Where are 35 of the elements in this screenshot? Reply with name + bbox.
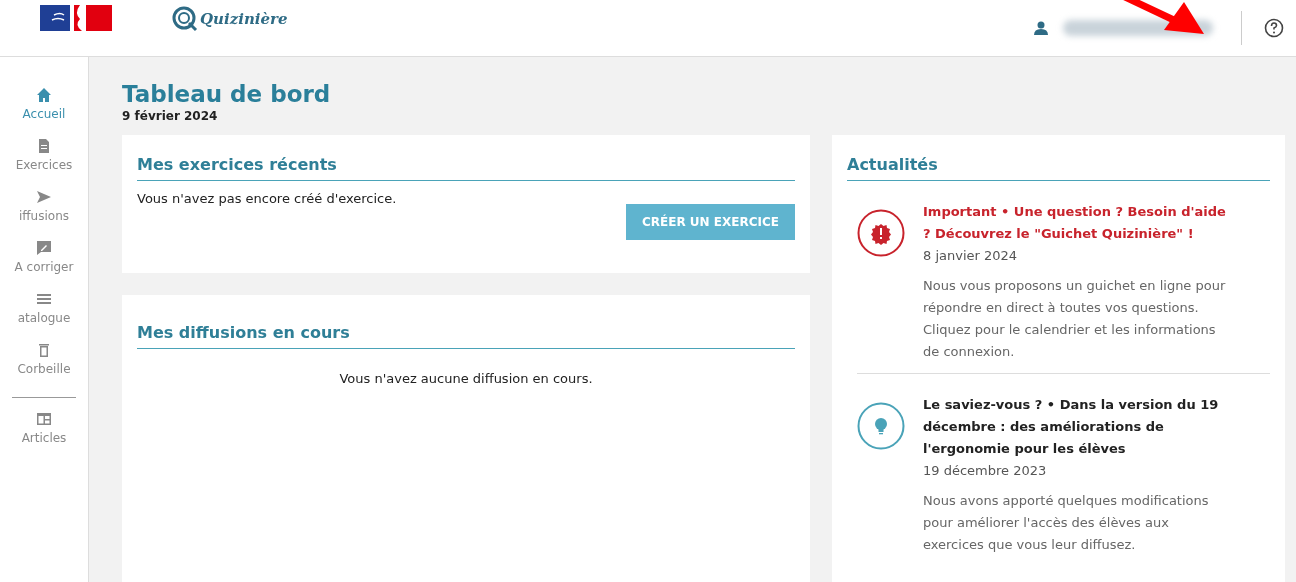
sidebar-item[interactable]: Accueil bbox=[8, 87, 80, 121]
list-icon bbox=[36, 291, 52, 307]
sidebar-item[interactable]: iffusions bbox=[8, 189, 80, 223]
create-exercise-button[interactable]: CRÉER UN EXERCICE bbox=[626, 204, 795, 240]
empty-message: Vous n'avez aucune diffusion en cours. bbox=[338, 371, 594, 386]
news-date: 8 janvier 2024 bbox=[923, 247, 1019, 265]
news-headline[interactable]: Important • Une question ? Besoin d'aide ? Découvrez le "Guichet Quizinière" ! bbox=[923, 201, 1233, 245]
sidebar-item[interactable]: Exercices bbox=[8, 138, 80, 172]
alert-badge-icon bbox=[857, 209, 905, 257]
help-icon[interactable] bbox=[1264, 18, 1284, 38]
document-icon bbox=[36, 138, 52, 154]
brand-name: Quizinière bbox=[200, 10, 288, 28]
sidebar-item[interactable]: Articles bbox=[8, 411, 80, 445]
sidebar-item[interactable]: Corbeille bbox=[8, 342, 80, 376]
section-heading: Mes exercices récents bbox=[137, 135, 795, 181]
user-icon[interactable] bbox=[1033, 20, 1049, 36]
section-heading: Actualités bbox=[847, 135, 1270, 181]
q-logo-icon bbox=[172, 6, 198, 32]
news-date: 19 décembre 2023 bbox=[923, 462, 1048, 480]
trash-icon bbox=[36, 342, 52, 358]
lightbulb-icon bbox=[857, 402, 905, 450]
section-heading: Mes diffusions en cours bbox=[137, 295, 795, 349]
send-icon bbox=[36, 189, 52, 205]
news-headline[interactable]: Le saviez-vous ? • Dans la version du 19 décembre : des améliorations de l'ergonomie pour les élèves bbox=[923, 394, 1233, 460]
empty-message: Vous n'avez pas encore créé d'exercice. bbox=[137, 191, 398, 206]
news-body: Nous vous proposons un guichet en ligne pour répondre en direct à toutes vos questions. Cliquez pour le calendrier et les informations de connexion. bbox=[923, 277, 1227, 361]
page-title: Tableau de bord bbox=[122, 80, 332, 109]
news-body: Nous avons apporté quelques modifications pour améliorer l'accès des élèves aux exercices que vous leur diffusez. bbox=[923, 492, 1210, 554]
flag-logo-icon bbox=[40, 3, 112, 31]
sidebar-item[interactable]: A corriger bbox=[8, 240, 80, 274]
page-date: 9 février 2024 bbox=[122, 109, 219, 123]
layout-icon bbox=[36, 411, 52, 427]
sidebar-item[interactable]: atalogue bbox=[8, 291, 80, 325]
comment-pencil-icon bbox=[36, 240, 52, 256]
home-icon bbox=[36, 87, 52, 103]
